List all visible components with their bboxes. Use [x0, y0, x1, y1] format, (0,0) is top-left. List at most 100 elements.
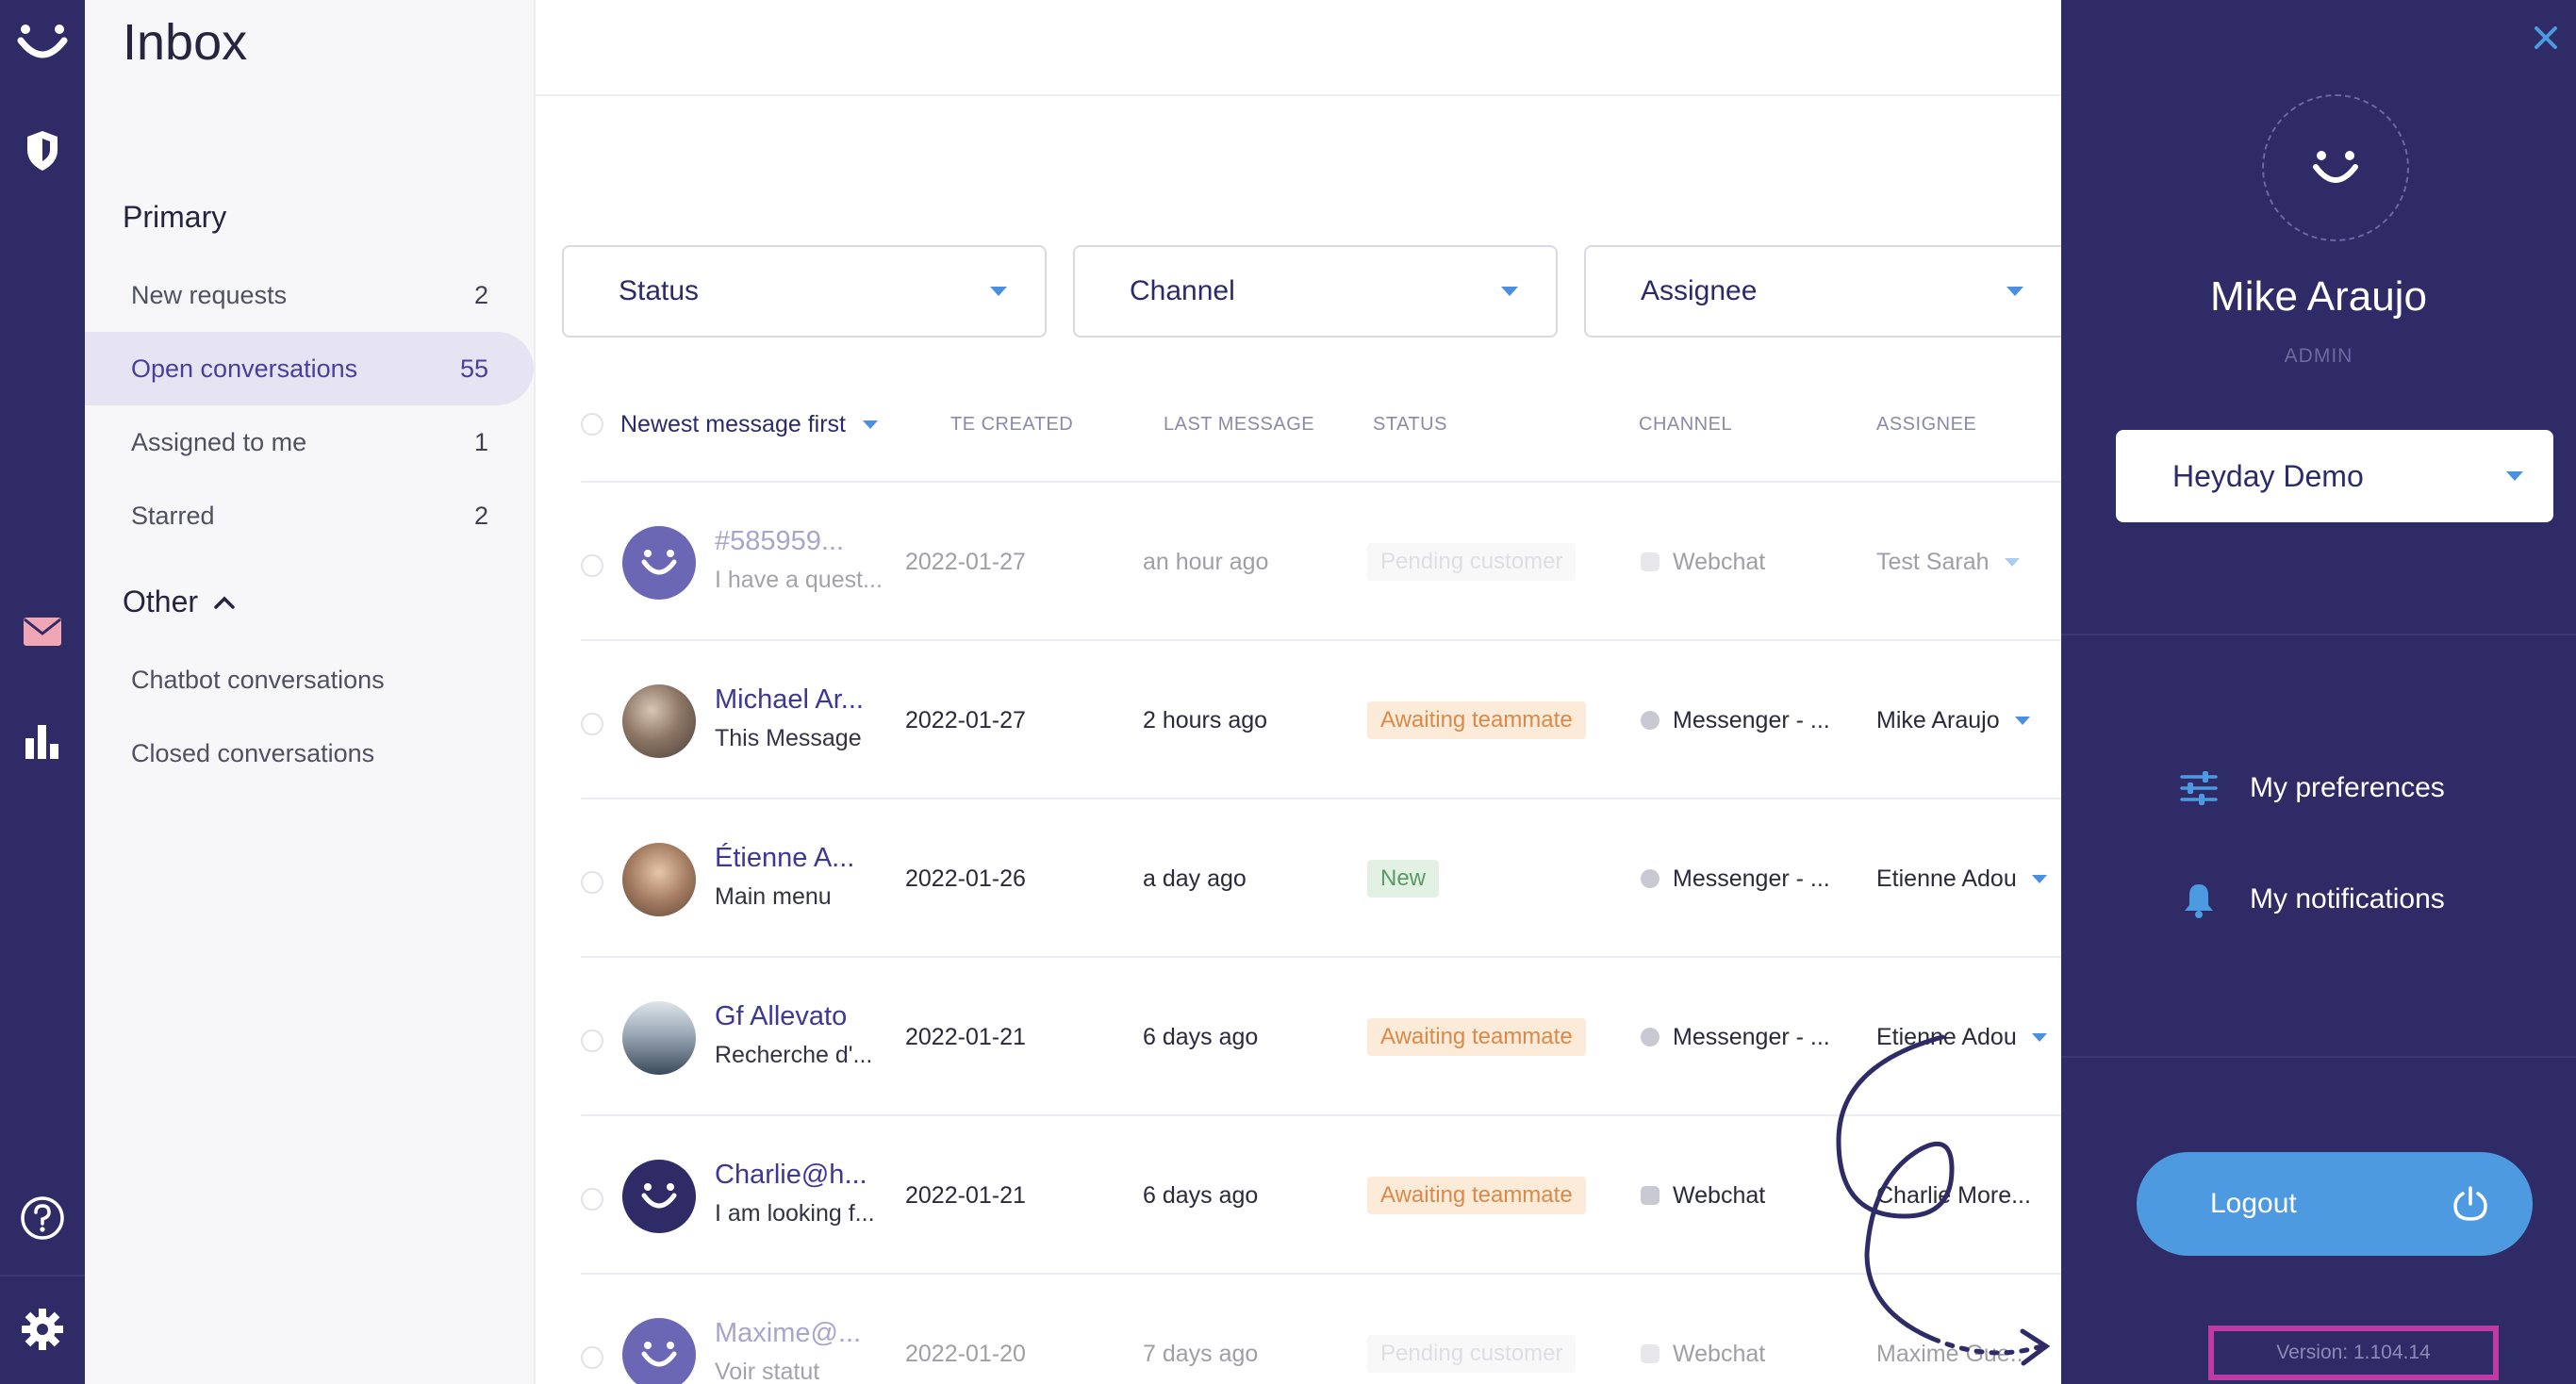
nav-item-new-requests[interactable]: New requests 2 — [85, 258, 534, 332]
logout-button[interactable]: Logout — [2137, 1152, 2533, 1256]
panel-divider — [2061, 634, 2576, 635]
nav-item-open-conversations[interactable]: Open conversations 55 — [85, 332, 534, 405]
gear-icon[interactable] — [0, 1301, 85, 1358]
my-notifications-link[interactable]: My notifications — [2180, 881, 2445, 918]
channel-name: Messenger - ... — [1673, 1023, 1830, 1050]
last-message-time: 6 days ago — [1143, 1181, 1259, 1209]
smiley-logo-icon[interactable] — [0, 9, 85, 75]
message-preview: Voir statut — [715, 1359, 820, 1384]
column-header-status[interactable]: STATUS — [1373, 405, 1447, 443]
channel-name: Messenger - ... — [1673, 706, 1830, 733]
workspace-name: Heyday Demo — [2172, 458, 2364, 493]
date-created: 2022-01-27 — [905, 706, 1026, 733]
conversation-title: Michael Ar... This Message — [715, 684, 864, 752]
inbox-nav: Inbox Primary New requests 2 Open conver… — [85, 0, 536, 1384]
other-section-toggle[interactable]: Other — [123, 585, 236, 619]
row-checkbox[interactable] — [581, 1030, 603, 1052]
shield-icon[interactable] — [0, 123, 85, 179]
message-preview: I am looking f... — [715, 1200, 875, 1227]
select-all-checkbox[interactable] — [581, 413, 603, 436]
channel-name: Messenger - ... — [1673, 865, 1830, 892]
channel-filter[interactable]: Channel — [1073, 245, 1558, 338]
conversation-title: Maxime@... Voir statut — [715, 1318, 861, 1384]
column-header-created[interactable]: TE CREATED — [950, 405, 1073, 443]
sort-label: Newest message first — [620, 410, 846, 437]
nav-item-chatbot-conversations[interactable]: Chatbot conversations — [131, 666, 385, 695]
message-preview: Main menu — [715, 883, 832, 910]
conversation-title: Gf Allevato Recherche d'... — [715, 1001, 872, 1069]
assignee-name: Test Sarah — [1876, 548, 1990, 575]
date-created: 2022-01-20 — [905, 1340, 1026, 1367]
nav-item-starred[interactable]: Starred 2 — [85, 479, 534, 552]
my-notifications-label: My notifications — [2250, 883, 2445, 914]
help-icon[interactable] — [0, 1190, 85, 1246]
chevron-down-icon — [2506, 471, 2523, 481]
row-checkbox[interactable] — [581, 1346, 603, 1369]
workspace-select[interactable]: Heyday Demo — [2116, 430, 2553, 522]
close-icon[interactable] — [2527, 19, 2565, 57]
header-divider — [536, 94, 2061, 96]
conversation-title: #585959... I have a quest... — [715, 526, 883, 594]
row-checkbox[interactable] — [581, 554, 603, 577]
status-badge: Awaiting teammate — [1367, 1018, 1586, 1056]
assignee-dropdown[interactable]: Test Sarah — [1876, 483, 2020, 641]
status-badge: Awaiting teammate — [1367, 701, 1586, 739]
power-icon — [2453, 1186, 2487, 1221]
channel-name: Webchat — [1673, 1181, 1766, 1209]
user-name: Mike Araujo — [2210, 273, 2427, 320]
status-badge: New — [1367, 860, 1440, 898]
row-checkbox[interactable] — [581, 1188, 603, 1211]
status-badge: Pending customer — [1367, 1335, 1577, 1373]
webchat-icon — [1641, 1344, 1660, 1363]
column-header-channel[interactable]: CHANNEL — [1639, 405, 1732, 443]
messenger-icon — [1641, 711, 1660, 730]
contact-name: Michael Ar... — [715, 684, 864, 715]
chevron-down-icon — [2014, 716, 2030, 725]
user-role: ADMIN — [2284, 345, 2353, 367]
nav-item-count: 2 — [473, 501, 488, 530]
mail-icon[interactable] — [0, 603, 85, 660]
avatar — [622, 1001, 696, 1075]
last-message-time: 2 hours ago — [1143, 706, 1268, 733]
conversation-row[interactable]: Michael Ar... This Message 2022-01-27 2 … — [581, 639, 2061, 798]
row-checkbox[interactable] — [581, 713, 603, 735]
bar-chart-icon[interactable] — [0, 712, 85, 768]
version-highlight: Version: 1.104.14 — [2208, 1326, 2499, 1380]
conversation-title: Charlie@h... I am looking f... — [715, 1160, 875, 1227]
assignee-name: Etienne Adou — [1876, 865, 2017, 892]
messenger-icon — [1641, 869, 1660, 888]
avatar — [622, 1318, 696, 1384]
nav-item-assigned-to-me[interactable]: Assigned to me 1 — [85, 405, 534, 479]
row-checkbox[interactable] — [581, 871, 603, 894]
nav-item-closed-conversations[interactable]: Closed conversations — [131, 739, 374, 768]
date-created: 2022-01-26 — [905, 865, 1026, 892]
rail-divider — [0, 1275, 85, 1277]
chevron-down-icon — [990, 287, 1007, 296]
panel-divider — [2061, 1056, 2576, 1058]
column-header-assignee[interactable]: ASSIGNEE — [1876, 405, 1976, 443]
date-created: 2022-01-21 — [905, 1181, 1026, 1209]
assignee-dropdown[interactable]: Mike Araujo — [1876, 641, 2030, 799]
conversation-row[interactable]: Étienne A... Main menu 2022-01-26 a day … — [581, 798, 2061, 956]
assignee-name: Mike Araujo — [1876, 706, 2000, 733]
last-message-time: an hour ago — [1143, 548, 1269, 575]
primary-section-label: Primary — [123, 200, 227, 234]
assignee-filter[interactable]: Assignee — [1584, 245, 2061, 338]
conversation-row[interactable]: #585959... I have a quest... 2022-01-27 … — [581, 481, 2061, 639]
sort-dropdown[interactable]: Newest message first — [620, 405, 878, 443]
nav-item-label: Assigned to me — [131, 427, 307, 456]
status-filter[interactable]: Status — [562, 245, 1047, 338]
column-header-last-message[interactable]: LAST MESSAGE — [1164, 405, 1314, 443]
other-section-label: Other — [123, 585, 199, 618]
nav-item-label: Open conversations — [131, 354, 358, 383]
avatar — [622, 684, 696, 758]
nav-item-label: New requests — [131, 280, 288, 309]
assignee-dropdown[interactable]: Etienne Adou — [1876, 799, 2047, 958]
nav-item-count: 2 — [473, 280, 488, 309]
left-rail — [0, 0, 85, 1384]
chevron-down-icon — [862, 420, 878, 429]
version-label: Version: 1.104.14 — [2276, 1342, 2431, 1363]
contact-name: Charlie@h... — [715, 1160, 867, 1190]
status-badge: Awaiting teammate — [1367, 1177, 1586, 1214]
my-preferences-link[interactable]: My preferences — [2180, 771, 2445, 805]
